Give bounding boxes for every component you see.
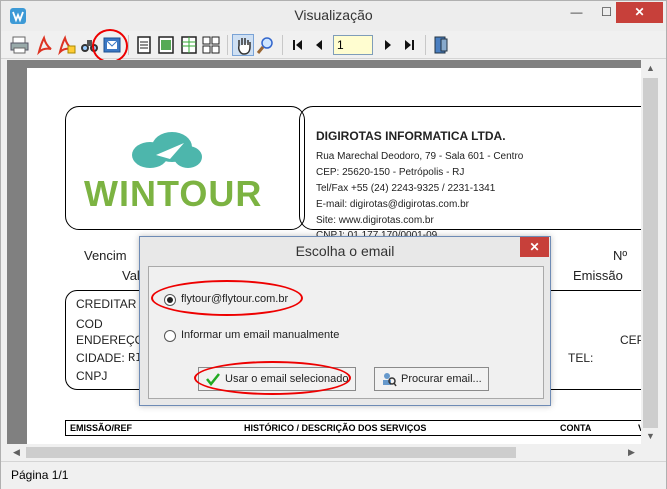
zoom-icon xyxy=(256,37,273,54)
page-width-button[interactable] xyxy=(155,34,177,56)
page-single-icon xyxy=(137,36,151,54)
label-endereco: ENDEREÇO: xyxy=(76,333,148,347)
exit-icon xyxy=(434,36,448,54)
label-cidade: CIDADE: xyxy=(76,351,125,365)
company-address: Rua Marechal Deodoro, 79 - Sala 601 - Ce… xyxy=(316,151,524,162)
radio-unchecked-icon[interactable] xyxy=(164,330,176,342)
preview-window: Visualização — ☐ ✕ 1 WINTOUR DIGIROTAS I… xyxy=(0,0,667,489)
label-tel: TEL: xyxy=(568,351,594,365)
title-bar: Visualização — ☐ ✕ xyxy=(1,1,666,31)
page-status: Página 1/1 xyxy=(11,468,69,482)
label-emissao: Emissão xyxy=(573,268,623,283)
company-info-box: DIGIROTAS INFORMATICA LTDA. Rua Marechal… xyxy=(299,106,641,241)
next-page-button[interactable] xyxy=(377,34,399,56)
company-site: Site: www.digirotas.com.br xyxy=(316,215,434,226)
prev-page-button[interactable] xyxy=(309,34,331,56)
page-single-button[interactable] xyxy=(133,34,155,56)
company-cep: CEP: 25620-150 - Petrópolis - RJ xyxy=(316,167,465,178)
label-cep: CEP: xyxy=(620,333,641,347)
dialog-title: Escolha o email xyxy=(295,243,395,259)
col-conta: CONTA xyxy=(560,423,592,433)
label-cnpj: CNPJ xyxy=(76,369,108,383)
label-creditar: CREDITAR A xyxy=(76,297,148,311)
hand-tool-button[interactable] xyxy=(232,34,254,56)
col-emissao: EMISSÃO/REF xyxy=(70,423,133,433)
minimize-button[interactable]: — xyxy=(563,2,590,23)
toolbar-separator xyxy=(425,35,426,55)
scroll-left-icon[interactable]: ◀ xyxy=(8,447,25,458)
company-email: E-mail: digirotas@digirotas.com.br xyxy=(316,199,469,210)
email-option-highlight xyxy=(151,280,303,316)
next-page-icon xyxy=(385,40,391,50)
first-page-icon xyxy=(293,40,302,50)
toolbar-separator xyxy=(282,35,283,55)
exit-button[interactable] xyxy=(430,34,452,56)
page-width-icon xyxy=(158,36,174,54)
page-grid-button[interactable] xyxy=(178,34,200,56)
scroll-down-icon[interactable]: ▼ xyxy=(642,431,659,441)
status-bar: Página 1/1 xyxy=(1,461,666,489)
dialog-close-button[interactable]: ✕ xyxy=(520,237,549,257)
use-button-highlight xyxy=(194,361,351,395)
last-page-button[interactable] xyxy=(399,34,421,56)
close-button[interactable]: ✕ xyxy=(616,2,663,23)
services-table-header: EMISSÃO/REF HISTÓRICO / DESCRIÇÃO DOS SE… xyxy=(65,420,641,436)
logo-text: WINTOUR xyxy=(84,173,263,214)
pdf-alt-icon xyxy=(58,35,76,56)
radio-manual-label: Informar um email manualmente xyxy=(181,329,340,341)
print-icon xyxy=(10,36,29,54)
vertical-scroll-thumb[interactable] xyxy=(643,78,658,428)
page-multi-icon xyxy=(202,36,220,54)
search-email-label: Procurar email... xyxy=(401,373,482,385)
page-grid-icon xyxy=(181,36,197,54)
logo-box: WINTOUR xyxy=(65,106,305,230)
scroll-right-icon[interactable]: ▶ xyxy=(623,447,640,458)
company-name: DIGIROTAS INFORMATICA LTDA. xyxy=(316,129,506,143)
last-page-icon xyxy=(405,40,414,50)
first-page-button[interactable] xyxy=(287,34,309,56)
toolbar-separator xyxy=(227,35,228,55)
export-pdf-button[interactable] xyxy=(33,34,55,56)
page-multi-button[interactable] xyxy=(200,34,222,56)
search-user-icon xyxy=(383,373,397,387)
col-historico: HISTÓRICO / DESCRIÇÃO DOS SERVIÇOS xyxy=(244,423,427,433)
horizontal-scroll-thumb[interactable] xyxy=(26,447,516,458)
zoom-button[interactable] xyxy=(255,34,277,56)
hand-icon xyxy=(238,38,251,55)
export-pdf-alt-button[interactable] xyxy=(55,34,77,56)
label-cod: COD xyxy=(76,317,103,331)
pdf-icon xyxy=(37,35,52,56)
print-button[interactable] xyxy=(9,34,31,56)
prev-page-icon xyxy=(316,40,322,50)
toolbar-separator xyxy=(128,35,129,55)
scroll-up-icon[interactable]: ▲ xyxy=(642,63,659,73)
page-number-input[interactable] xyxy=(333,35,373,55)
label-numero: Nº xyxy=(613,248,628,263)
search-email-button[interactable]: Procurar email... xyxy=(374,367,489,391)
cloud-logo-icon xyxy=(132,132,202,168)
email-button-highlight xyxy=(92,29,128,63)
label-vencimento: Vencim xyxy=(84,248,127,263)
company-phone: Tel/Fax +55 (24) 2243-9325 / 2231-1341 xyxy=(316,183,496,194)
